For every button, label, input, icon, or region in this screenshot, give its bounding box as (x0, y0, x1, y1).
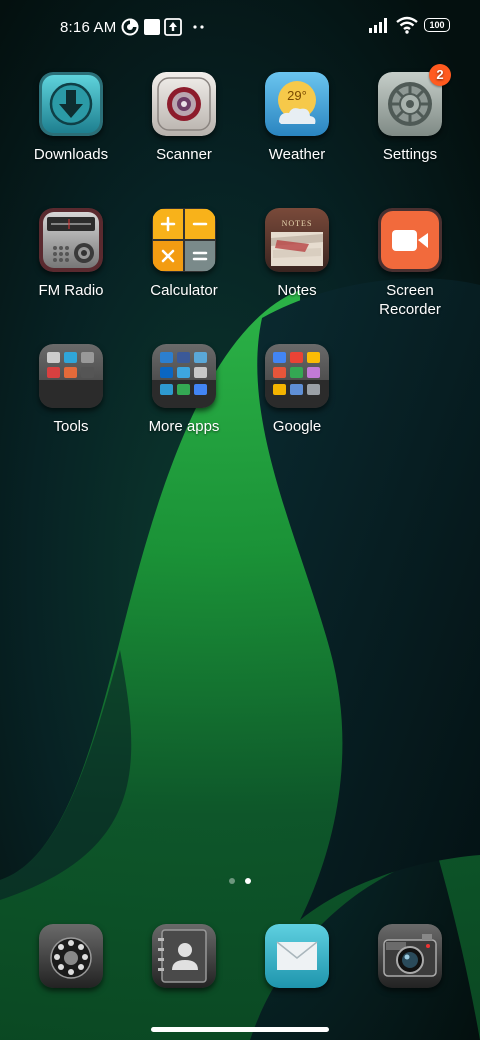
folder-tools[interactable]: Tools (16, 344, 126, 436)
app-scanner[interactable]: Scanner (129, 72, 239, 164)
weather-temp: 29° (287, 88, 307, 103)
app-label: FM Radio (38, 282, 104, 299)
more-dots-icon (193, 25, 204, 29)
tools-folder-icon (39, 344, 103, 408)
page-indicator (0, 878, 480, 888)
google-folder-icon (265, 344, 329, 408)
app-label: Scanner (156, 146, 212, 163)
app-calculator[interactable]: Calculator (129, 208, 239, 300)
wifi-icon (396, 16, 418, 34)
square-notification-icon (144, 19, 160, 35)
app-label: Downloads (33, 146, 109, 163)
app-weather[interactable]: 29° Weather (242, 72, 352, 164)
notes-icon: NOTES (265, 208, 329, 272)
app-screen-recorder[interactable]: Screen Recorder (355, 208, 465, 319)
contacts-icon (152, 924, 216, 988)
app-settings[interactable]: 2 Settings (355, 64, 465, 164)
fm-radio-icon (39, 208, 103, 272)
app-label: Google (272, 418, 322, 435)
folder-more-apps[interactable]: More apps (129, 344, 239, 436)
battery-icon: 100 (424, 18, 450, 32)
app-downloads[interactable]: Downloads (16, 72, 126, 164)
clock: 8:16 AM (60, 19, 117, 36)
signal-icon (369, 18, 387, 33)
app-label: Tools (53, 418, 89, 435)
dock-contacts[interactable] (152, 924, 216, 988)
more-apps-folder-icon (152, 344, 216, 408)
data-saver-icon (121, 18, 139, 36)
phone-dialer-icon (39, 924, 103, 988)
notes-title: NOTES (281, 219, 313, 228)
status-bar: 8:16 AM 100 (0, 0, 480, 56)
weather-icon: 29° (265, 72, 329, 136)
app-label: More apps (148, 418, 220, 435)
app-label: Settings (382, 146, 438, 163)
folder-google[interactable]: Google (242, 344, 352, 436)
app-label: Notes (277, 282, 317, 299)
app-fm-radio[interactable]: FM Radio (16, 208, 126, 300)
app-label: Screen Recorder (379, 282, 441, 318)
dock-phone[interactable] (39, 924, 103, 988)
dock-camera[interactable] (378, 924, 442, 988)
app-notes[interactable]: NOTES Notes (242, 208, 352, 300)
scanner-icon (152, 72, 216, 136)
page-dot[interactable] (229, 878, 235, 884)
camera-icon (378, 924, 442, 988)
upload-icon (164, 18, 182, 36)
messages-icon (265, 924, 329, 988)
app-label: Weather (268, 146, 326, 163)
notification-badge: 2 (429, 64, 451, 86)
battery-level: 100 (429, 20, 445, 30)
app-label: Calculator (150, 282, 218, 299)
dock-messages[interactable] (265, 924, 329, 988)
home-gesture-bar[interactable] (151, 1027, 329, 1032)
page-dot-active[interactable] (245, 878, 251, 884)
calculator-icon (152, 208, 216, 272)
downloads-icon (39, 72, 103, 136)
screen-recorder-icon (378, 208, 442, 272)
